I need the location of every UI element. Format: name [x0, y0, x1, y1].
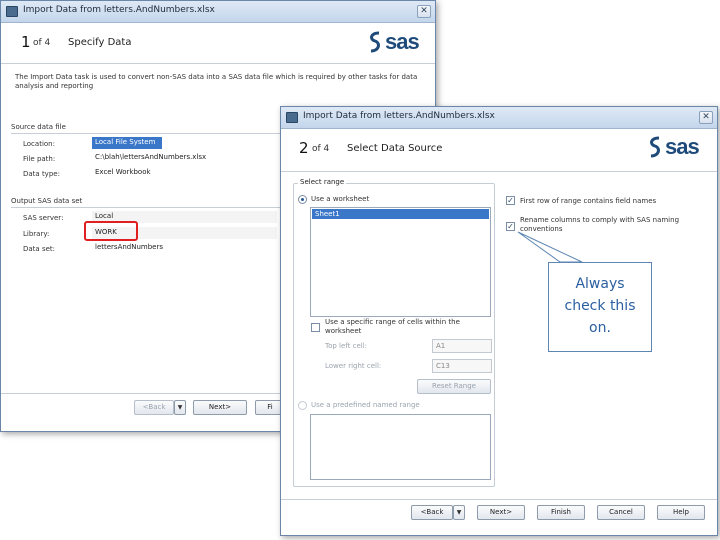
sas-logo: sas	[367, 29, 431, 55]
window-title: Import Data from letters.AndNumbers.xlsx	[303, 111, 495, 121]
worksheet-list[interactable]: Sheet1	[310, 207, 491, 317]
data-set-label: Data set:	[23, 245, 55, 253]
step-title: Select Data Source	[347, 143, 443, 154]
top-left-cell-label: Top left cell:	[325, 342, 368, 350]
lower-right-cell-label: Lower right cell:	[325, 362, 382, 370]
next-button[interactable]: Next>	[477, 505, 525, 520]
close-button[interactable]: ✕	[699, 111, 713, 124]
window-title: Import Data from letters.AndNumbers.xlsx	[23, 5, 215, 15]
sas-swirl-icon	[370, 31, 380, 53]
header-divider	[1, 63, 435, 64]
first-row-label: First row of range contains field names	[520, 197, 657, 205]
data-set-field[interactable]: lettersAndNumbers	[92, 242, 277, 254]
named-range-label: Use a predefined named range	[311, 401, 420, 409]
named-range-list[interactable]	[310, 414, 491, 480]
back-dropdown-arrow-icon[interactable]: ▼	[174, 400, 186, 415]
next-button[interactable]: Next>	[193, 400, 247, 415]
worksheet-list-item[interactable]: Sheet1	[312, 209, 489, 219]
file-path-field[interactable]: C:\blah\lettersAndNumbers.xlsx	[92, 152, 277, 164]
help-button[interactable]: Help	[657, 505, 705, 520]
app-icon	[286, 112, 298, 123]
cancel-button[interactable]: Cancel	[597, 505, 645, 520]
top-left-cell-input[interactable]: A1	[432, 339, 492, 353]
data-type-field: Excel Workbook	[95, 168, 151, 176]
use-worksheet-label: Use a worksheet	[311, 195, 370, 203]
output-group-label: Output SAS data set	[11, 197, 83, 205]
rename-columns-checkbox[interactable]: ✓	[506, 222, 515, 231]
callout-note: Always check this on.	[548, 262, 652, 352]
file-path-label: File path:	[23, 155, 56, 163]
location-field[interactable]: Local File System	[92, 137, 162, 149]
reset-range-button[interactable]: Reset Range	[417, 379, 491, 394]
sas-logo: sas	[647, 134, 711, 160]
step-of: of 4	[312, 144, 330, 154]
close-button[interactable]: ✕	[417, 5, 431, 18]
named-range-radio[interactable]	[298, 401, 307, 410]
callout-line-3: on.	[589, 320, 611, 336]
back-button[interactable]: <Back	[411, 505, 453, 520]
sas-server-label: SAS server:	[23, 214, 64, 222]
finish-button[interactable]: Finish	[537, 505, 585, 520]
library-highlight	[84, 221, 138, 241]
step-number: 2	[299, 139, 309, 157]
use-worksheet-radio[interactable]	[298, 195, 307, 204]
app-icon	[6, 6, 18, 17]
sas-swirl-icon	[650, 136, 660, 158]
header-divider	[281, 171, 717, 172]
output-divider	[11, 207, 281, 208]
step-of: of 4	[33, 38, 51, 48]
source-group-label: Source data file	[11, 123, 66, 131]
sas-logo-text: sas	[385, 29, 420, 54]
specific-range-checkbox[interactable]	[311, 323, 320, 332]
library-label: Library:	[23, 230, 50, 238]
lower-right-cell-input[interactable]: C13	[432, 359, 492, 373]
title-bar[interactable]: Import Data from letters.AndNumbers.xlsx…	[1, 1, 435, 23]
step-number: 1	[21, 33, 31, 51]
location-label: Location:	[23, 140, 55, 148]
description-text: The Import Data task is used to convert …	[15, 73, 418, 90]
specific-range-label: Use a specific range of cells within the…	[325, 318, 460, 335]
back-button[interactable]: <Back	[134, 400, 174, 415]
back-dropdown-arrow-icon[interactable]: ▼	[453, 505, 465, 520]
step-title: Specify Data	[68, 37, 132, 48]
sas-logo-text: sas	[665, 134, 700, 159]
callout-line-1: Always	[575, 276, 625, 292]
callout-line-2: check this	[564, 298, 636, 314]
data-type-label: Data type:	[23, 170, 60, 178]
rename-columns-label: Rename columns to comply with SAS naming…	[520, 216, 680, 233]
title-bar[interactable]: Import Data from letters.AndNumbers.xlsx…	[281, 107, 717, 129]
first-row-checkbox[interactable]: ✓	[506, 196, 515, 205]
import-data-window-step2: Import Data from letters.AndNumbers.xlsx…	[280, 106, 718, 536]
footer-divider	[281, 499, 717, 500]
source-divider	[11, 133, 281, 134]
select-range-label: Select range	[298, 178, 347, 186]
